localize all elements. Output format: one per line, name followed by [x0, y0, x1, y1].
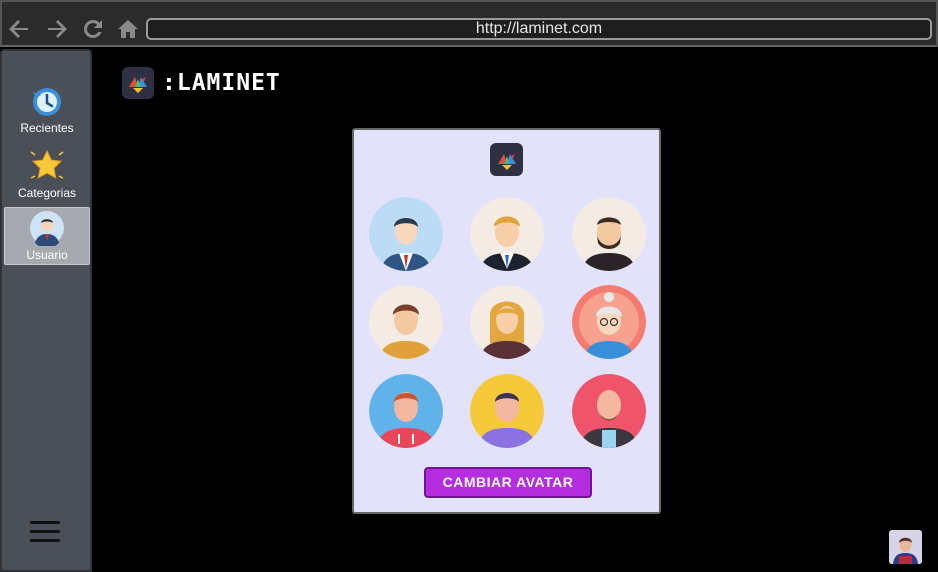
crane-logo-icon: [122, 67, 154, 99]
avatar-selector-card: CAMBIAR AVATAR: [352, 128, 661, 514]
sidebar-item-usuario[interactable]: Usuario: [4, 207, 90, 265]
bearded-man-avatar[interactable]: [572, 197, 646, 271]
sidebar-item-recientes[interactable]: Recientes: [4, 79, 90, 137]
change-avatar-button[interactable]: CAMBIAR AVATAR: [424, 467, 592, 498]
star-icon: [30, 149, 64, 179]
blonde-man-avatar[interactable]: [470, 197, 544, 271]
young-man-avatar[interactable]: [369, 285, 443, 359]
reload-button[interactable]: [80, 16, 106, 42]
user-profile-thumbnail[interactable]: [889, 530, 922, 564]
back-button[interactable]: [6, 16, 32, 42]
grandmother-avatar[interactable]: [572, 285, 646, 359]
forward-button[interactable]: [44, 16, 70, 42]
sidebar-item-label: Categorias: [17, 186, 77, 200]
browser-toolbar: http://laminet.com: [0, 0, 938, 47]
sidebar-item-label: Usuario: [26, 248, 68, 262]
hoodie-man-avatar[interactable]: [369, 374, 443, 448]
blonde-woman-avatar[interactable]: [470, 285, 544, 359]
brand-logo[interactable]: :LAMINET: [122, 67, 281, 99]
history-clock-icon: [33, 88, 61, 116]
businessman-avatar[interactable]: [369, 197, 443, 271]
brand-name: :LAMINET: [162, 70, 281, 96]
user-avatar-icon: [30, 211, 64, 246]
arrow-left-icon: [9, 20, 28, 38]
sidebar-item-categorias[interactable]: Categorias: [4, 144, 90, 202]
hamburger-menu-icon[interactable]: [30, 521, 60, 543]
sidebar-item-label: Recientes: [20, 121, 74, 135]
sidebar: Recientes Categorias Usuario: [0, 49, 92, 572]
home-icon: [118, 20, 138, 38]
crane-logo-icon: [490, 143, 523, 176]
home-button[interactable]: [115, 16, 141, 42]
bald-bearded-man-avatar[interactable]: [572, 374, 646, 448]
url-bar[interactable]: http://laminet.com: [146, 18, 932, 40]
arrow-right-icon: [48, 20, 67, 38]
purple-shirt-man-avatar[interactable]: [470, 374, 544, 448]
reload-icon: [84, 20, 102, 38]
